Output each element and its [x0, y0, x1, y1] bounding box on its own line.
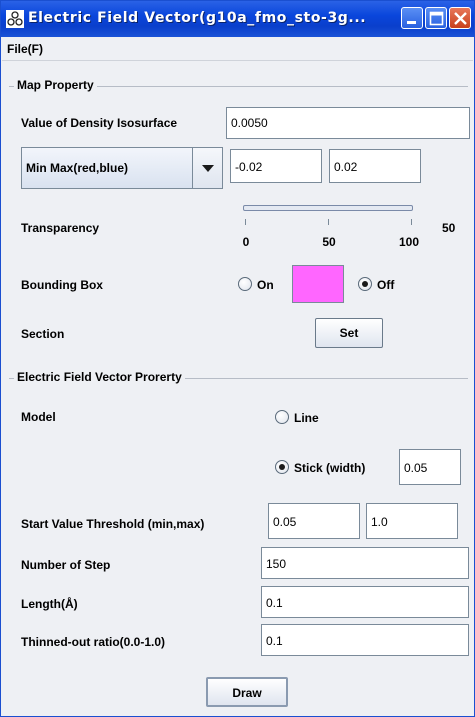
transparency-label: Transparency [21, 221, 100, 235]
bounding-box-color-swatch[interactable] [292, 265, 344, 303]
bounding-box-off-radio[interactable] [358, 277, 372, 291]
section-label: Section [21, 327, 65, 341]
minimize-button[interactable] [401, 7, 423, 29]
length-input[interactable]: 0.1 [261, 586, 469, 618]
maximize-button[interactable] [425, 7, 447, 29]
model-stick-label[interactable]: Stick (width) [294, 461, 365, 475]
stick-width-input[interactable]: 0.05 [399, 449, 461, 485]
section-set-button[interactable]: Set [315, 318, 383, 348]
transparency-slider[interactable]: 0 50 100 [242, 201, 419, 261]
efv-property-group: Electric Field Vector Prorerty [9, 370, 468, 384]
transparency-value: 50 [442, 221, 456, 235]
model-line-label[interactable]: Line [294, 411, 319, 425]
menu-file[interactable]: File(F) [7, 42, 43, 56]
close-button[interactable] [449, 7, 471, 29]
window-title: Electric Field Vector(g10a_fmo_sto-3g... [28, 10, 367, 26]
threshold-max-input[interactable]: 1.0 [366, 503, 458, 539]
threshold-min-input[interactable]: 0.05 [268, 503, 360, 539]
model-line-radio[interactable] [275, 410, 289, 424]
map-property-title: Map Property [14, 78, 97, 92]
range-min-input[interactable]: -0.02 [230, 149, 322, 183]
model-label: Model [21, 410, 56, 424]
number-of-step-label: Number of Step [21, 558, 111, 572]
number-of-step-input[interactable]: 150 [261, 547, 469, 579]
electric-field-vector-window: Electric Field Vector(g10a_fmo_sto-3g...… [0, 0, 475, 717]
bounding-box-label: Bounding Box [21, 278, 103, 292]
threshold-label: Start Value Threshold (min,max) [21, 517, 205, 531]
density-isosurface-label: Value of Density Isosurface [21, 116, 178, 130]
bounding-box-on-label[interactable]: On [257, 278, 274, 292]
menu-bar: File(F) [2, 37, 473, 61]
slider-tick [411, 219, 412, 225]
bounding-box-off-label[interactable]: Off [377, 278, 394, 292]
slider-tick [328, 219, 329, 225]
title-bar[interactable]: Electric Field Vector(g10a_fmo_sto-3g... [1, 1, 474, 37]
draw-button[interactable]: Draw [206, 677, 288, 707]
model-stick-radio[interactable] [275, 460, 289, 474]
map-property-group: Map Property [9, 78, 468, 92]
length-label: Length(Å) [21, 597, 78, 611]
range-mode-dropdown-button[interactable] [192, 148, 222, 188]
density-isosurface-input[interactable]: 0.0050 [226, 107, 470, 139]
thinned-out-ratio-input[interactable]: 0.1 [261, 624, 469, 656]
efv-property-title: Electric Field Vector Prorerty [14, 370, 185, 384]
slider-tick [245, 219, 246, 225]
range-mode-select[interactable]: Min Max(red,blue) [21, 147, 223, 189]
maximize-icon [429, 11, 444, 26]
slider-tick-label: 100 [398, 235, 420, 249]
bounding-box-on-radio[interactable] [238, 277, 252, 291]
molecule-app-icon [6, 10, 24, 28]
slider-tick-label: 50 [322, 235, 336, 249]
range-mode-value: Min Max(red,blue) [26, 161, 129, 175]
range-max-input[interactable]: 0.02 [329, 149, 421, 183]
slider-track [243, 205, 413, 211]
slider-tick-label: 0 [242, 235, 250, 249]
close-icon [454, 12, 467, 25]
minimize-icon [407, 21, 416, 24]
chevron-down-icon [202, 165, 214, 172]
thinned-out-ratio-label: Thinned-out ratio(0.0-1.0) [21, 635, 165, 649]
